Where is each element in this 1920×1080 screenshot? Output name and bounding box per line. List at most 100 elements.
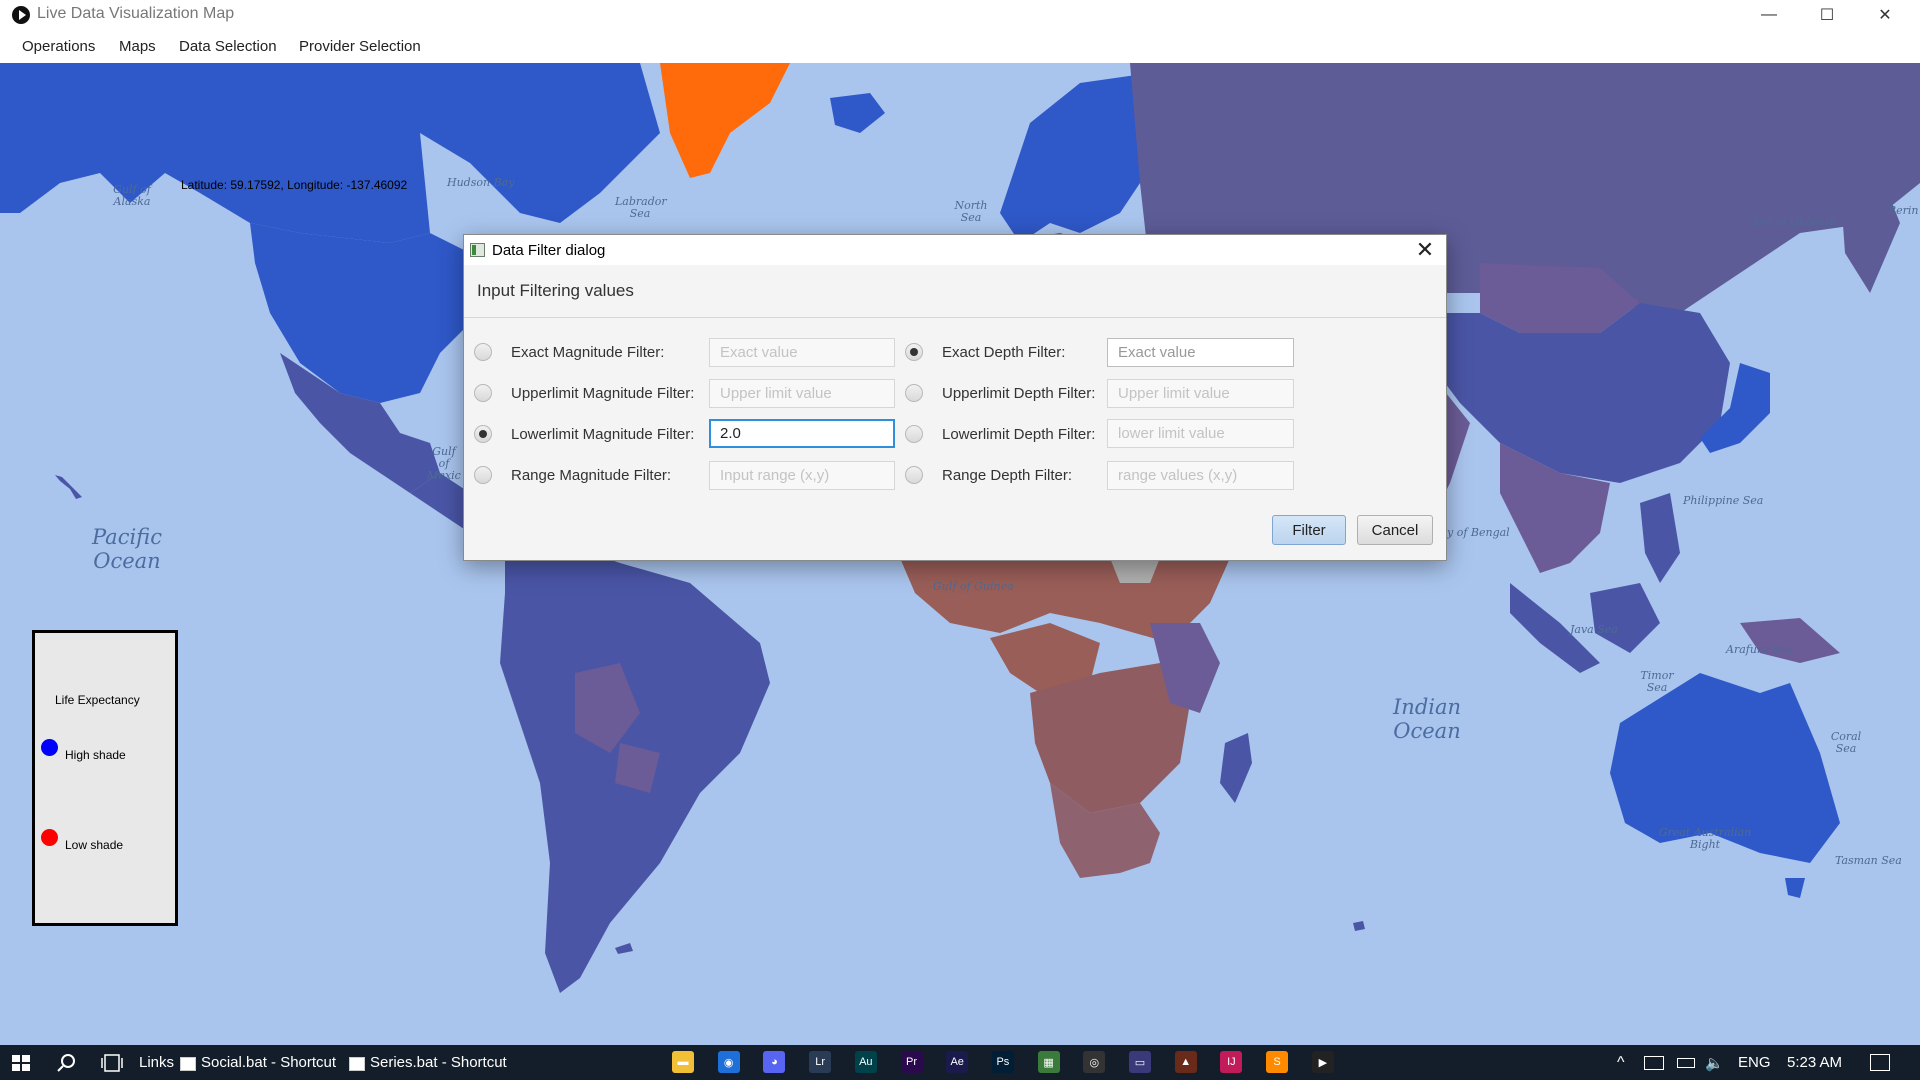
lightroom-icon[interactable]: Lr [809,1051,832,1073]
dialog-title: Data Filter dialog [492,242,606,259]
dialog-titlebar: Data Filter dialog ✕ [464,235,1446,265]
exact-magnitude-input[interactable]: Exact value [709,338,895,367]
sea-label-bay-of-bengal: y of Bengal [1447,526,1510,539]
dialog-close-button[interactable]: ✕ [1408,236,1442,264]
task-view-icon[interactable] [101,1054,123,1072]
upperlimit-depth-radio[interactable] [905,384,923,402]
ocean-label-line: Indian [1393,695,1462,719]
sea-label-gulf-of-mexico: Gulf of Mexic [427,445,461,482]
app-icon [12,6,30,24]
sea-label-arafura-sea: Arafura Sea [1726,643,1793,656]
upperlimit-depth-input[interactable]: Upper limit value [1107,379,1294,408]
menu-provider-selection[interactable]: Provider Selection [299,38,421,55]
links-toolbar-label[interactable]: Links [139,1054,174,1071]
exact-magnitude-label: Exact Magnitude Filter: [511,344,665,361]
menu-bar [0,30,1920,64]
cancel-button[interactable]: Cancel [1357,515,1433,545]
sea-label-labrador-sea: Labrador Sea [615,195,667,220]
dialog-header: Input Filtering values [464,265,1446,318]
file-explorer-icon[interactable]: ▬ [672,1051,694,1073]
lowerlimit-depth-radio[interactable] [905,425,923,443]
taskbar: Links Social.bat - Shortcut Series.bat -… [0,1045,1920,1080]
maximize-button[interactable]: ☐ [1798,0,1856,30]
sublime-icon[interactable]: S [1266,1051,1289,1073]
coordinate-readout: Latitude: 59.17592, Longitude: -137.4609… [181,178,408,192]
region-iceland [830,93,885,133]
legend-low-label: Low shade [65,838,124,852]
sea-label-sea-of-okhotsk: Sea of Okhotsk [1752,215,1837,228]
close-button[interactable]: ✕ [1856,0,1914,30]
sea-label-philippine-sea: Philippine Sea [1683,494,1764,507]
range-magnitude-label: Range Magnitude Filter: [511,467,672,484]
region-falklands [615,943,633,954]
ocean-label-indian: Indian Ocean [1393,695,1461,743]
exact-magnitude-radio[interactable] [474,343,492,361]
after-effects-icon[interactable]: Ae [946,1051,969,1073]
region-hawaii [55,475,82,499]
minimize-button[interactable]: — [1740,0,1798,30]
firefox-icon[interactable]: ◉ [717,1051,740,1073]
discord-icon[interactable]: ◕ [763,1051,786,1073]
region-tasmania [1785,878,1805,898]
sea-label-java-sea: Java Sea [1570,623,1618,636]
lowerlimit-depth-label: Lowerlimit Depth Filter: [942,426,1096,443]
shortcut-icon [349,1057,365,1071]
series-shortcut[interactable]: Series.bat - Shortcut [370,1054,507,1071]
upperlimit-magnitude-input[interactable]: Upper limit value [709,379,895,408]
notification-icon[interactable] [1870,1054,1890,1071]
sea-label-great-australian-bight: Great Australian Bight [1658,826,1752,851]
region-new-guinea [1740,618,1840,663]
lowerlimit-magnitude-input[interactable]: 2.0 [709,419,895,448]
menu-maps[interactable]: Maps [119,38,156,55]
region-borneo [1590,583,1660,653]
matlab-icon[interactable]: ▲ [1174,1051,1197,1073]
app-grid-icon[interactable]: ▦ [1037,1051,1060,1073]
upperlimit-magnitude-label: Upperlimit Magnitude Filter: [511,385,695,402]
battery-icon[interactable] [1677,1058,1695,1068]
region-philippines [1640,493,1680,583]
network-icon[interactable] [1644,1056,1664,1070]
photoshop-icon[interactable]: Ps [991,1051,1014,1073]
toggle-app-icon[interactable]: ▭ [1129,1051,1151,1073]
search-icon[interactable] [57,1053,77,1073]
filter-button[interactable]: Filter [1272,515,1346,545]
dialog-window-icon [470,243,485,257]
lowerlimit-magnitude-radio[interactable] [474,425,492,443]
windows-start-icon[interactable] [12,1055,30,1071]
lowerlimit-depth-input[interactable]: lower limit value [1107,419,1294,448]
sea-label-hudson-bay: Hudson Bay [447,176,515,189]
language-indicator[interactable]: ENG [1738,1054,1771,1071]
exact-depth-input[interactable]: Exact value [1107,338,1294,367]
ocean-label-line: Ocean [1393,719,1461,743]
chrome-like-icon[interactable]: ◎ [1083,1051,1106,1073]
java-app-icon[interactable]: ▶ [1311,1051,1334,1073]
premiere-icon[interactable]: Pr [900,1051,923,1073]
dialog-heading: Input Filtering values [477,281,634,300]
volume-icon[interactable]: 🔈 [1705,1054,1724,1072]
window-titlebar: Live Data Visualization Map — ☐ ✕ [0,0,1920,30]
range-magnitude-input[interactable]: Input range (x,y) [709,461,895,490]
shortcut-icon [180,1057,196,1071]
range-depth-radio[interactable] [905,466,923,484]
intellij-icon[interactable]: IJ [1220,1051,1243,1073]
window-title: Live Data Visualization Map [37,5,235,22]
audition-icon[interactable]: Au [854,1051,877,1073]
data-filter-dialog: Data Filter dialog ✕ Input Filtering val… [463,234,1447,561]
chevron-up-icon[interactable]: ^ [1617,1054,1625,1072]
sea-label-tasman-sea: Tasman Sea [1835,854,1902,867]
ocean-label-line: Pacific [92,525,162,549]
range-magnitude-radio[interactable] [474,466,492,484]
upperlimit-depth-label: Upperlimit Depth Filter: [942,385,1096,402]
menu-data-selection[interactable]: Data Selection [179,38,277,55]
range-depth-input[interactable]: range values (x,y) [1107,461,1294,490]
upperlimit-magnitude-radio[interactable] [474,384,492,402]
exact-depth-radio[interactable] [905,343,923,361]
sea-label-timor-sea: Timor Sea [1640,669,1674,694]
menu-operations[interactable]: Operations [22,38,95,55]
ocean-label-line: Ocean [93,549,161,573]
social-shortcut[interactable]: Social.bat - Shortcut [201,1054,336,1071]
clock[interactable]: 5:23 AM [1787,1054,1842,1071]
region-madagascar [1220,733,1252,803]
lowerlimit-magnitude-label: Lowerlimit Magnitude Filter: [511,426,695,443]
region-canada [160,63,660,243]
